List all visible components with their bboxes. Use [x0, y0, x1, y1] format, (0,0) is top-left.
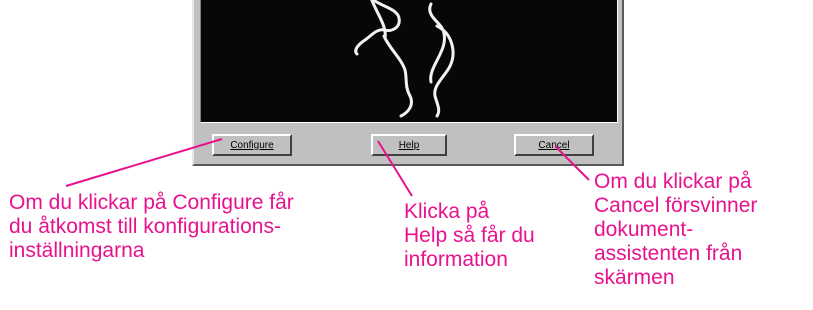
cancel-callout: Om du klickar på Cancel försvinner dokum… [594, 170, 758, 289]
configure-callout: Om du klickar på Configure får du åtkoms… [9, 191, 294, 262]
leader-cancel [554, 145, 590, 181]
help-callout: Klicka på Help så får du information [404, 200, 535, 271]
leader-configure [65, 138, 223, 187]
leader-help [377, 140, 413, 197]
